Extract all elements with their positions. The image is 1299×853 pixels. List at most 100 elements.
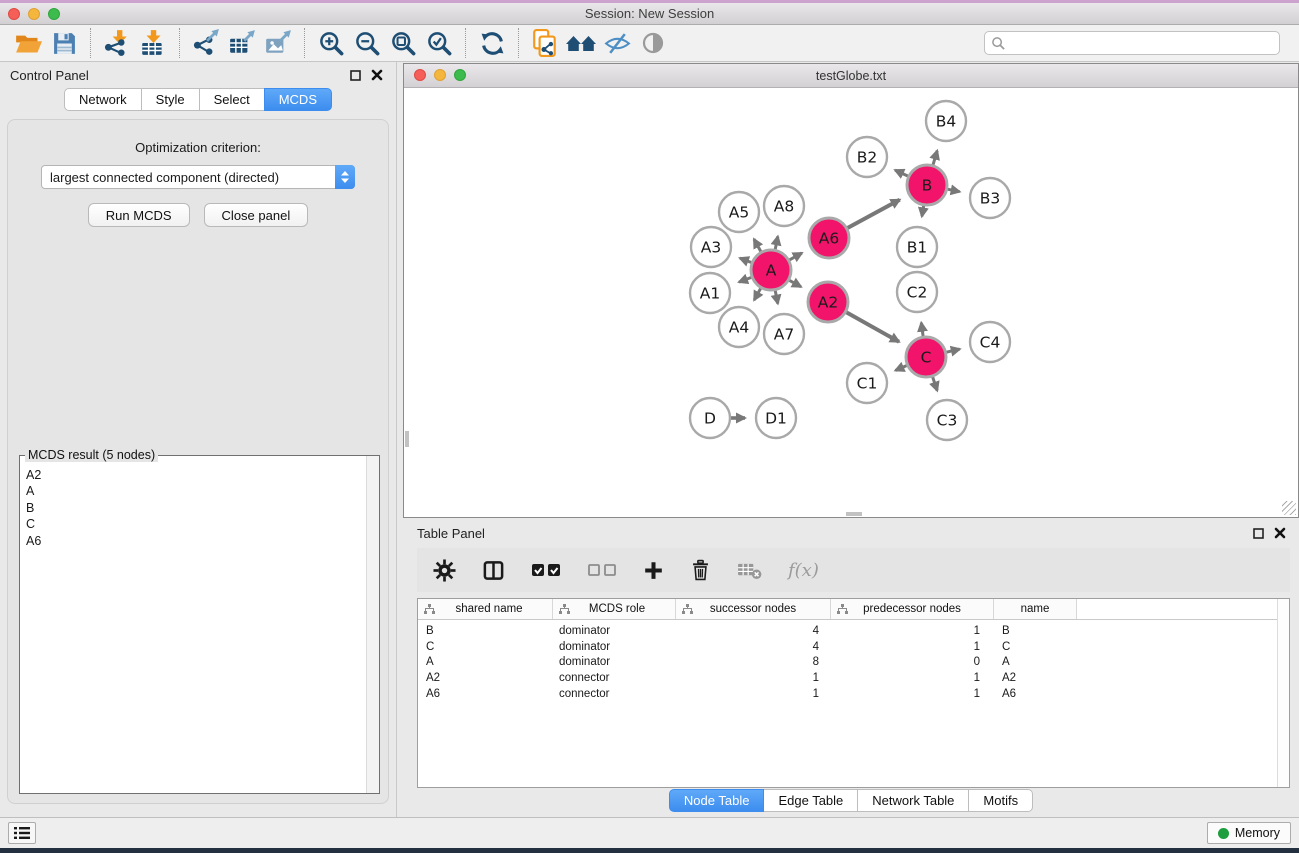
show-panels-button[interactable]	[638, 28, 668, 58]
float-table-panel-button[interactable]	[1249, 525, 1267, 541]
graph-edge-C-C1[interactable]	[895, 366, 906, 371]
criterion-dropdown[interactable]: largest connected component (directed)	[41, 165, 355, 189]
graph-edge-C-C4[interactable]	[946, 349, 959, 352]
add-column-button[interactable]	[643, 560, 664, 581]
table-row[interactable]: A2connector11A2	[418, 670, 1289, 686]
table-cell[interactable]: connector	[553, 672, 676, 684]
table-scrollbar[interactable]	[1277, 599, 1289, 787]
table-cell[interactable]: 1	[831, 672, 994, 684]
column-visibility-button[interactable]	[482, 559, 505, 582]
graph-node-C1[interactable]: C1	[847, 363, 887, 403]
graph-node-A6[interactable]: A6	[809, 218, 849, 258]
graph-node-B1[interactable]: B1	[897, 227, 937, 267]
table-cell[interactable]: 1	[676, 672, 831, 684]
zoom-in-button[interactable]	[316, 28, 346, 58]
delete-column-button[interactable]	[690, 559, 711, 581]
mcds-list-scrollbar[interactable]	[366, 456, 379, 793]
graph-node-D1[interactable]: D1	[756, 398, 796, 438]
graph-edge-A-A8[interactable]	[775, 236, 778, 249]
column-header-shared-name[interactable]: shared name	[418, 599, 553, 619]
graph-edge-C-C3[interactable]	[933, 377, 938, 391]
graph-edge-A-A4[interactable]	[754, 288, 761, 300]
home-layout-button[interactable]	[566, 28, 596, 58]
graph-edge-A-A2[interactable]	[789, 280, 801, 287]
delete-table-button[interactable]	[737, 561, 762, 580]
graph-node-A2[interactable]: A2	[808, 282, 848, 322]
close-window-button[interactable]	[8, 8, 20, 20]
graph-edge-A-A3[interactable]	[740, 258, 752, 262]
table-cell[interactable]: C	[418, 641, 553, 653]
mcds-result-item[interactable]: A6	[26, 533, 379, 549]
graph-node-B[interactable]: B	[907, 165, 947, 205]
graph-node-A[interactable]: A	[751, 250, 791, 290]
hide-panels-button[interactable]	[602, 28, 632, 58]
table-cell[interactable]: 1	[831, 641, 994, 653]
graph-node-A7[interactable]: A7	[764, 314, 804, 354]
export-image-button[interactable]	[263, 28, 293, 58]
table-cell[interactable]: 4	[676, 625, 831, 637]
table-cell[interactable]: A2	[418, 672, 553, 684]
graph-node-A4[interactable]: A4	[719, 307, 759, 347]
table-cell[interactable]: dominator	[553, 625, 676, 637]
zoom-selected-button[interactable]	[424, 28, 454, 58]
tab-node-table[interactable]: Node Table	[669, 789, 765, 812]
table-cell[interactable]: connector	[553, 688, 676, 700]
mcds-result-item[interactable]: A	[26, 483, 379, 499]
open-session-button[interactable]	[13, 28, 43, 58]
graph-node-A1[interactable]: A1	[690, 273, 730, 313]
graph-edge-B-B1[interactable]	[922, 206, 924, 217]
column-header-mcds-role[interactable]: MCDS role	[553, 599, 676, 619]
column-header-name[interactable]: name	[994, 599, 1077, 619]
graph-edge-A-A5[interactable]	[754, 239, 761, 252]
tab-network[interactable]: Network	[64, 88, 142, 111]
close-network-button[interactable]	[414, 69, 426, 81]
zoom-fit-button[interactable]	[388, 28, 418, 58]
search-field[interactable]	[984, 31, 1280, 55]
graph-node-D[interactable]: D	[690, 398, 730, 438]
search-input[interactable]	[1006, 36, 1279, 51]
table-cell[interactable]: A	[994, 656, 1077, 668]
graph-node-C4[interactable]: C4	[970, 322, 1010, 362]
table-row[interactable]: Bdominator41B	[418, 623, 1289, 639]
table-cell[interactable]: 0	[831, 656, 994, 668]
graph-edge-B-B4[interactable]	[933, 151, 937, 165]
table-cell[interactable]: 1	[676, 688, 831, 700]
tab-motifs[interactable]: Motifs	[968, 789, 1033, 812]
mcds-result-item[interactable]: B	[26, 500, 379, 516]
table-cell[interactable]: 8	[676, 656, 831, 668]
tab-style[interactable]: Style	[141, 88, 200, 111]
graph-edge-A-A7[interactable]	[775, 291, 778, 304]
graph-node-A3[interactable]: A3	[691, 227, 731, 267]
table-cell[interactable]: B	[994, 625, 1077, 637]
graph-node-B3[interactable]: B3	[970, 178, 1010, 218]
network-window-titlebar[interactable]: testGlobe.txt	[404, 64, 1298, 88]
memory-status-button[interactable]: Memory	[1207, 822, 1291, 844]
table-row[interactable]: A6connector11A6	[418, 686, 1289, 702]
resize-grip[interactable]	[1282, 501, 1296, 515]
table-cell[interactable]: A6	[418, 688, 553, 700]
deselect-all-button[interactable]	[587, 562, 617, 578]
table-cell[interactable]: dominator	[553, 641, 676, 653]
refresh-view-button[interactable]	[477, 28, 507, 58]
table-cell[interactable]: 4	[676, 641, 831, 653]
run-mcds-button[interactable]: Run MCDS	[88, 203, 190, 227]
table-cell[interactable]: 1	[831, 688, 994, 700]
graph-edge-A6-B[interactable]	[848, 200, 900, 228]
clone-network-button[interactable]	[530, 28, 560, 58]
table-row[interactable]: Adominator80A	[418, 655, 1289, 671]
graph-node-B4[interactable]: B4	[926, 101, 966, 141]
zoom-window-button[interactable]	[48, 8, 60, 20]
save-session-button[interactable]	[49, 28, 79, 58]
column-header-predecessor-nodes[interactable]: predecessor nodes	[831, 599, 994, 619]
close-table-panel-button[interactable]	[1271, 525, 1289, 541]
import-network-button[interactable]	[102, 28, 132, 58]
graph-edge-B-B3[interactable]	[948, 189, 960, 192]
table-cell[interactable]: C	[994, 641, 1077, 653]
graph-edge-B-B2[interactable]	[895, 170, 908, 176]
graph-edge-C-C2[interactable]	[921, 323, 923, 337]
table-cell[interactable]: B	[418, 625, 553, 637]
mcds-result-item[interactable]: C	[26, 516, 379, 532]
table-options-button[interactable]	[433, 559, 456, 582]
table-cell[interactable]: A	[418, 656, 553, 668]
network-canvas[interactable]: B4B2BB3A8A5A6A3B1AC2A1A2A4A7C4CC1C3DD1	[405, 89, 1297, 516]
